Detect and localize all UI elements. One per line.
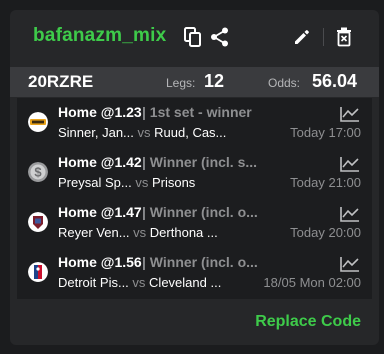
leg-pick: Home @1.56	[58, 254, 142, 270]
trend-chart-icon[interactable]	[340, 256, 360, 272]
trend-chart-icon[interactable]	[340, 206, 360, 222]
home-team: Reyer Ven...	[58, 225, 130, 240]
leg-pick: Home @1.42	[58, 154, 142, 170]
away-team: Prisons	[151, 175, 196, 190]
share-icon[interactable]	[210, 27, 229, 47]
legs-label: Legs:	[166, 76, 196, 90]
leg-teams: Preysal Sp... vs Prisons	[58, 175, 195, 190]
leg-time: 18/05 Mon 02:00	[263, 275, 361, 290]
home-team: Preysal Sp...	[58, 175, 132, 190]
leg-time: Today 21:00	[290, 175, 361, 190]
basketball-team-logo-icon	[28, 212, 48, 232]
leg-teams: Detroit Pis... vs Cleveland ...	[58, 275, 221, 290]
bet-code-card: bafanazm_mix 20RZRE Legs: 12 Odds: 56.04…	[10, 10, 379, 345]
slip-title: bafanazm_mix	[33, 25, 167, 46]
leg-teams: Sinner, Jan... vs Ruud, Cas...	[58, 125, 226, 140]
leg-time: Today 17:00	[290, 125, 361, 140]
card-header: bafanazm_mix	[10, 10, 379, 66]
away-team: Cleveland ...	[149, 275, 222, 290]
header-divider	[323, 28, 324, 46]
home-team: Sinner, Jan...	[58, 125, 134, 140]
home-team: Detroit Pis...	[58, 275, 129, 290]
replace-code-button[interactable]: Replace Code	[255, 313, 361, 331]
total-odds: 56.04	[312, 71, 358, 91]
leg-market: | Winner (incl. o...	[142, 204, 258, 220]
booking-code: 20RZRE	[28, 72, 94, 91]
leg-market: | Winner (incl. s...	[142, 154, 258, 170]
leg-pick: Home @1.23	[58, 104, 142, 120]
leg-time: Today 20:00	[290, 225, 361, 240]
leg-row[interactable]: Home @1.56 | Winner (incl. o... Detroit …	[17, 248, 372, 298]
card-footer: Replace Code	[10, 301, 379, 345]
leg-row[interactable]: Home @1.23 | 1st set - winner Sinner, Ja…	[17, 98, 372, 148]
svg-text:$: $	[34, 165, 42, 180]
leg-teams: Reyer Ven... vs Derthona ...	[58, 225, 218, 240]
tennis-logo-icon	[28, 112, 48, 132]
leg-market: | 1st set - winner	[142, 104, 252, 120]
nba-logo-icon	[28, 262, 48, 282]
legs-list[interactable]: Home @1.23 | 1st set - winner Sinner, Ja…	[17, 98, 372, 299]
legs-count: 12	[204, 71, 225, 91]
trend-chart-icon[interactable]	[340, 156, 360, 172]
vs-label: vs	[133, 225, 147, 240]
away-team: Ruud, Cas...	[154, 125, 227, 140]
copy-icon[interactable]	[184, 27, 202, 47]
pencil-icon[interactable]	[293, 28, 311, 46]
trend-chart-icon[interactable]	[340, 106, 360, 122]
odds-label: Odds:	[268, 76, 301, 90]
football-logo-icon: $	[28, 162, 48, 182]
trash-icon[interactable]	[336, 27, 352, 47]
leg-market: | Winner (incl. o...	[142, 254, 258, 270]
leg-pick: Home @1.47	[58, 204, 142, 220]
leg-row[interactable]: $ Home @1.42 | Winner (incl. s... Preysa…	[17, 148, 372, 198]
away-team: Derthona ...	[149, 225, 218, 240]
code-summary-bar: 20RZRE Legs: 12 Odds: 56.04	[10, 67, 379, 97]
vs-label: vs	[137, 125, 151, 140]
vs-label: vs	[132, 275, 146, 290]
leg-row[interactable]: Home @1.47 | Winner (incl. o... Reyer Ve…	[17, 198, 372, 248]
vs-label: vs	[135, 175, 149, 190]
